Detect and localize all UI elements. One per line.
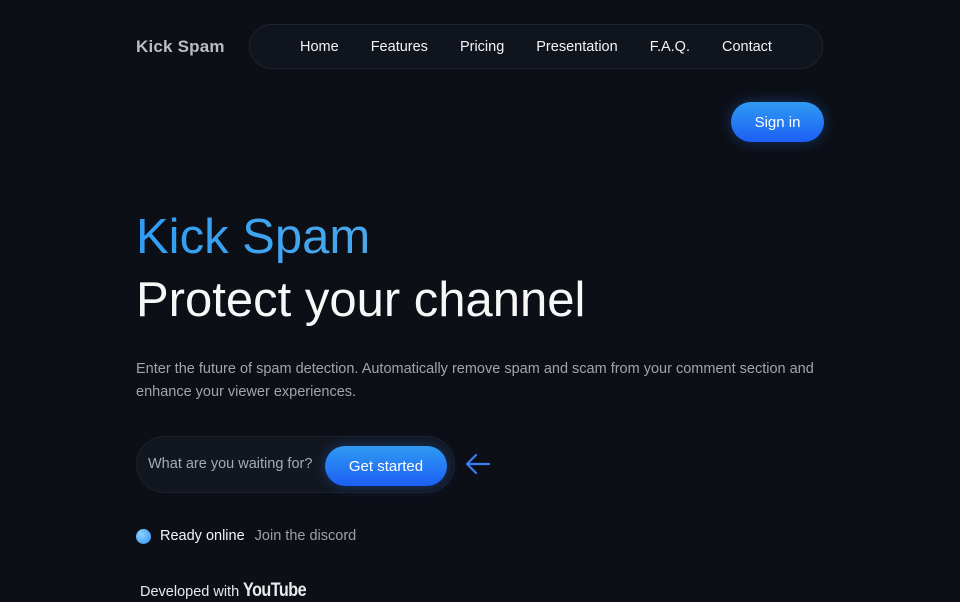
nav-item-features[interactable]: Features	[371, 39, 428, 55]
get-started-button[interactable]: Get started	[325, 446, 447, 486]
nav-item-faq[interactable]: F.A.Q.	[650, 39, 690, 55]
nav-item-pricing[interactable]: Pricing	[460, 39, 504, 55]
arrow-left-icon	[465, 453, 491, 475]
youtube-logo: YouTube	[243, 580, 307, 601]
cta-box: What are you waiting for? Get started	[136, 436, 455, 493]
cta-prompt: What are you waiting for?	[148, 456, 313, 472]
status-label: Ready online	[160, 528, 245, 544]
status-dot-icon	[136, 528, 151, 544]
hero-description: Enter the future of spam detection. Auto…	[136, 361, 814, 400]
main-nav: Home Features Pricing Presentation F.A.Q…	[249, 24, 823, 69]
status-row: Ready online Join the discord	[136, 528, 356, 544]
developed-with-label: Developed with	[140, 584, 240, 600]
nav-item-home[interactable]: Home	[300, 39, 339, 55]
discord-link[interactable]: Join the discord	[255, 528, 357, 544]
brand-logo[interactable]: Kick Spam	[136, 37, 225, 57]
hero-title: Kick Spam	[136, 210, 371, 264]
nav-item-contact[interactable]: Contact	[722, 39, 772, 55]
sign-in-button[interactable]: Sign in	[731, 102, 824, 142]
developed-with: Developed with YouTube	[140, 580, 317, 602]
nav-item-presentation[interactable]: Presentation	[536, 39, 617, 55]
hero-subtitle: Protect your channel	[136, 273, 586, 327]
